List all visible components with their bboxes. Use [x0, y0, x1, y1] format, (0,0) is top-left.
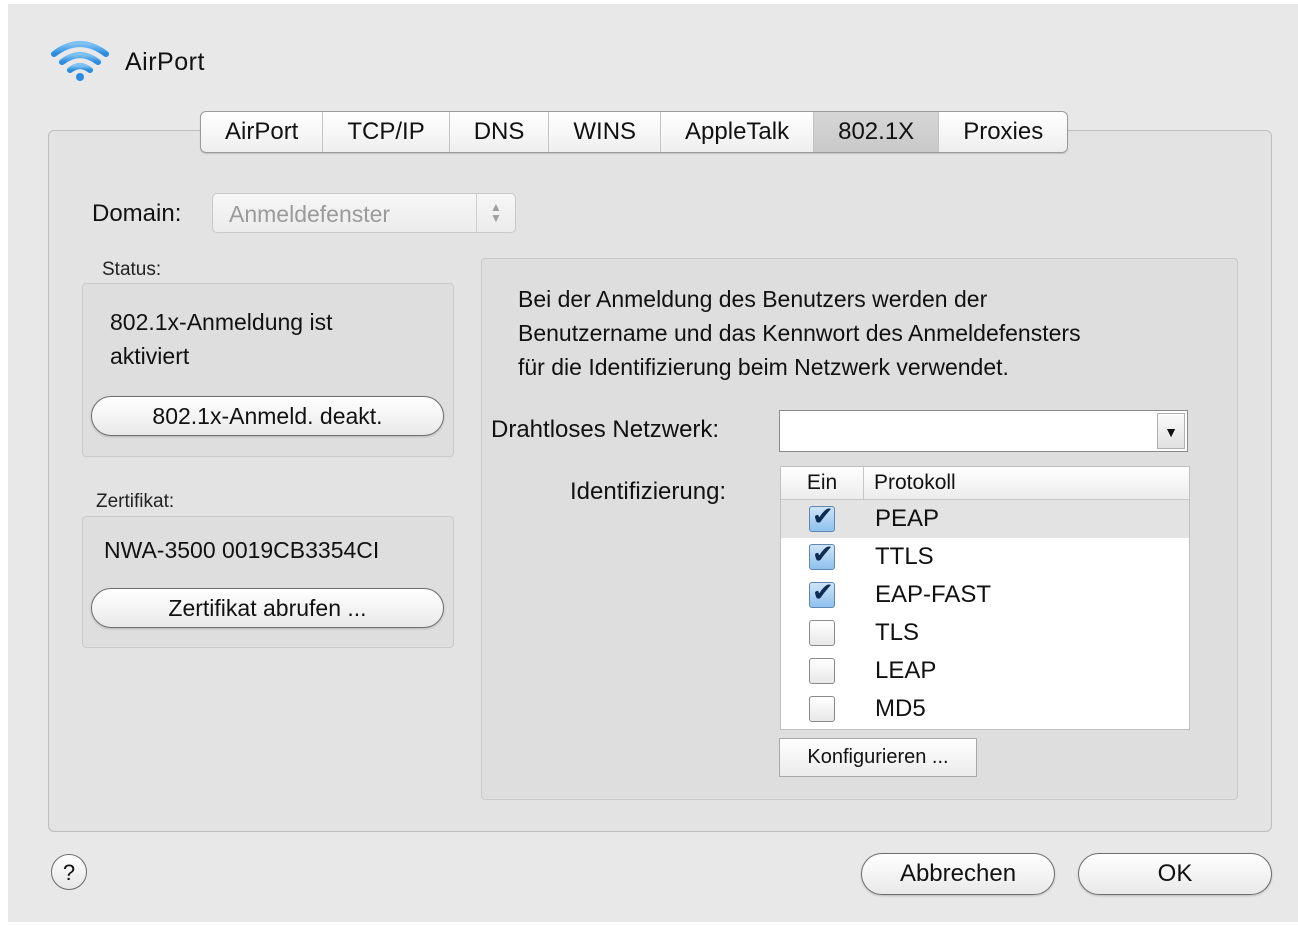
tab-tcp-ip[interactable]: TCP/IP: [323, 112, 450, 152]
domain-popup[interactable]: Anmeldefenster ▲ ▼: [212, 193, 516, 233]
checkbox-cell: [781, 696, 863, 722]
fetch-certificate-button[interactable]: Zertifikat abrufen ...: [91, 588, 444, 628]
description-text: Bei der Anmeldung des Benutzers werden d…: [518, 282, 1218, 384]
certificate-group: [82, 516, 454, 648]
identification-label: Identifizierung:: [570, 478, 727, 505]
tab-bar: AirPort TCP/IP DNS WINS AppleTalk 802.1X Proxi…: [200, 111, 1069, 153]
protocol-table: Ein Protokoll PEAP TTLS EAP-FAST TLS LEAP MD5: [780, 466, 1190, 730]
status-text: 802.1x-Anmeldung ist aktiviert: [110, 305, 332, 373]
table-body: PEAP TTLS EAP-FAST TLS LEAP MD5: [781, 500, 1189, 728]
dropdown-arrow-icon[interactable]: ▼: [1157, 413, 1185, 449]
column-header-on[interactable]: Ein: [781, 467, 864, 499]
description-line3: für die Identifizierung beim Netzwerk ve…: [518, 354, 1009, 380]
tab-appletalk[interactable]: AppleTalk: [661, 112, 815, 152]
up-down-arrows-icon: ▲ ▼: [476, 194, 515, 232]
table-row[interactable]: TTLS: [781, 538, 1189, 576]
protocol-checkbox[interactable]: [809, 577, 835, 608]
status-label: Status:: [102, 259, 162, 280]
tab-proxies[interactable]: Proxies: [939, 112, 1067, 152]
domain-label: Domain:: [92, 200, 182, 227]
airport-icon: [50, 38, 110, 88]
checkbox-cell: [781, 620, 863, 646]
tab-dns[interactable]: DNS: [450, 112, 550, 152]
tab-wins[interactable]: WINS: [549, 112, 662, 152]
certificate-label: Zertifikat:: [96, 491, 175, 512]
checkbox-cell: [781, 577, 863, 608]
protocol-checkbox[interactable]: [809, 620, 835, 646]
table-row[interactable]: EAP-FAST: [781, 576, 1189, 614]
status-text-line2: aktiviert: [110, 343, 190, 369]
status-text-line1: 802.1x-Anmeldung ist: [110, 309, 333, 335]
table-row[interactable]: TLS: [781, 614, 1189, 652]
window-title: AirPort: [125, 48, 205, 76]
protocol-name: EAP-FAST: [875, 581, 992, 608]
certificate-value: NWA-3500 0019CB3354CI: [104, 537, 380, 563]
protocol-name: LEAP: [875, 657, 937, 684]
checkbox-cell: [781, 501, 863, 532]
description-line1: Bei der Anmeldung des Benutzers werden d…: [518, 286, 988, 312]
wireless-network-label: Drahtloses Netzwerk:: [491, 416, 720, 443]
disable-8021x-button[interactable]: 802.1x-Anmeld. deakt.: [91, 396, 444, 436]
protocol-name: PEAP: [875, 505, 940, 532]
protocol-checkbox[interactable]: [809, 501, 835, 532]
configure-button[interactable]: Konfigurieren ...: [779, 738, 977, 777]
table-row[interactable]: LEAP: [781, 652, 1189, 690]
wireless-network-combobox[interactable]: ▼: [779, 410, 1188, 452]
protocol-name: MD5: [875, 695, 926, 722]
table-header: Ein Protokoll: [781, 467, 1189, 500]
tab-airport[interactable]: AirPort: [201, 112, 324, 152]
protocol-checkbox[interactable]: [809, 696, 835, 722]
cancel-button[interactable]: Abbrechen: [861, 853, 1055, 895]
domain-value: Anmeldefenster: [229, 201, 391, 227]
checkbox-cell: [781, 658, 863, 684]
protocol-name: TLS: [875, 619, 920, 646]
table-row[interactable]: PEAP: [781, 500, 1189, 538]
protocol-checkbox[interactable]: [809, 539, 835, 570]
ok-button[interactable]: OK: [1078, 853, 1272, 895]
table-row[interactable]: MD5: [781, 690, 1189, 728]
checkbox-cell: [781, 539, 863, 570]
description-line2: Benutzername und das Kennwort des Anmeld…: [518, 320, 1081, 346]
protocol-checkbox[interactable]: [809, 658, 835, 684]
column-header-protocol[interactable]: Protokoll: [864, 467, 956, 499]
protocol-name: TTLS: [875, 543, 934, 570]
tab-802-1x[interactable]: 802.1X: [814, 112, 940, 152]
help-button[interactable]: ?: [51, 854, 87, 890]
